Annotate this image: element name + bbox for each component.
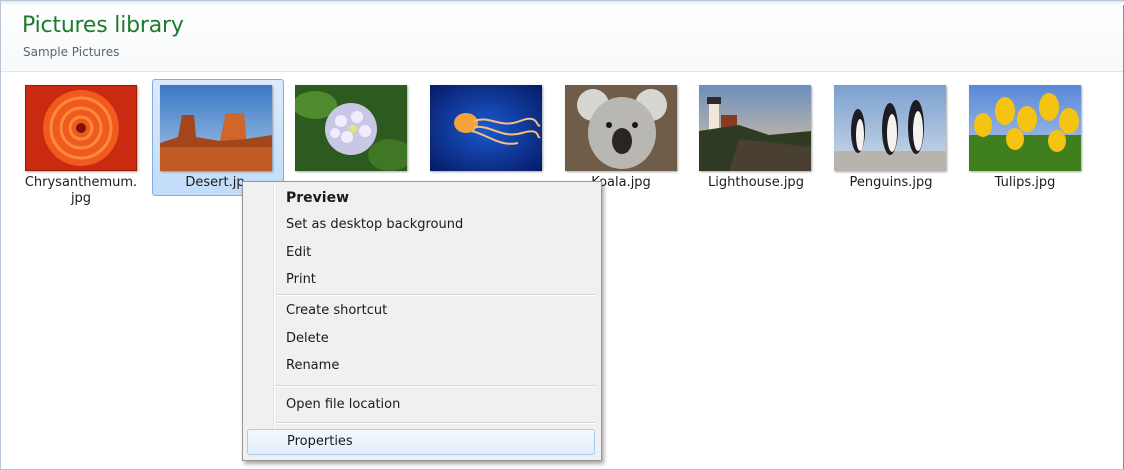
- menu-item-preview[interactable]: Preview: [247, 185, 595, 211]
- file-label-chrysanthemum[interactable]: Chrysanthemum. jpg: [16, 175, 146, 207]
- file-label-line: Penguins.jpg: [849, 175, 933, 190]
- library-title: Pictures library: [22, 13, 184, 38]
- thumbnail-hydrangeas[interactable]: [295, 85, 407, 171]
- penguins-image: [834, 85, 946, 171]
- explorer-window: Pictures library Sample Pictures Chrysan…: [0, 0, 1124, 470]
- thumbnail-jellyfish[interactable]: [430, 85, 542, 171]
- lighthouse-image: [699, 85, 811, 171]
- thumbnail-koala[interactable]: [565, 85, 677, 171]
- menu-item-create-shortcut[interactable]: Create shortcut: [247, 298, 595, 324]
- menu-item-edit[interactable]: Edit: [247, 240, 595, 266]
- file-label-line: Chrysanthemum.: [24, 175, 138, 190]
- thumbnail-chrysanthemum[interactable]: [25, 85, 137, 171]
- menu-separator: [275, 294, 595, 296]
- file-label-penguins[interactable]: Penguins.jpg: [826, 175, 956, 191]
- file-label-line: jpg: [70, 191, 92, 206]
- menu-item-open-file-location[interactable]: Open file location: [247, 392, 595, 418]
- menu-separator: [275, 385, 595, 387]
- tulips-image: [969, 85, 1081, 171]
- menu-item-rename[interactable]: Rename: [247, 353, 595, 379]
- file-label-lighthouse[interactable]: Lighthouse.jpg: [691, 175, 821, 191]
- menu-item-properties[interactable]: Properties: [247, 429, 595, 455]
- file-label-line: Tulips.jpg: [994, 175, 1056, 190]
- menu-item-print[interactable]: Print: [247, 267, 595, 293]
- desert-image: [160, 85, 272, 171]
- menu-item-set-desktop-background[interactable]: Set as desktop background: [247, 212, 595, 238]
- library-header: Pictures library Sample Pictures: [1, 5, 1123, 72]
- context-menu: Preview Set as desktop background Edit P…: [242, 181, 602, 461]
- menu-item-delete[interactable]: Delete: [247, 326, 595, 352]
- file-label-line: Lighthouse.jpg: [708, 175, 804, 190]
- thumbnail-desert[interactable]: [160, 85, 272, 171]
- hydrangeas-image: [295, 85, 407, 171]
- thumbnail-penguins[interactable]: [834, 85, 946, 171]
- chrysanthemum-image: [25, 85, 137, 171]
- thumbnail-tulips[interactable]: [969, 85, 1081, 171]
- thumbnail-lighthouse[interactable]: [699, 85, 811, 171]
- library-subtitle: Sample Pictures: [23, 45, 120, 59]
- menu-separator: [275, 422, 595, 424]
- koala-image: [565, 85, 677, 171]
- jellyfish-image: [430, 85, 542, 171]
- file-label-tulips[interactable]: Tulips.jpg: [960, 175, 1090, 191]
